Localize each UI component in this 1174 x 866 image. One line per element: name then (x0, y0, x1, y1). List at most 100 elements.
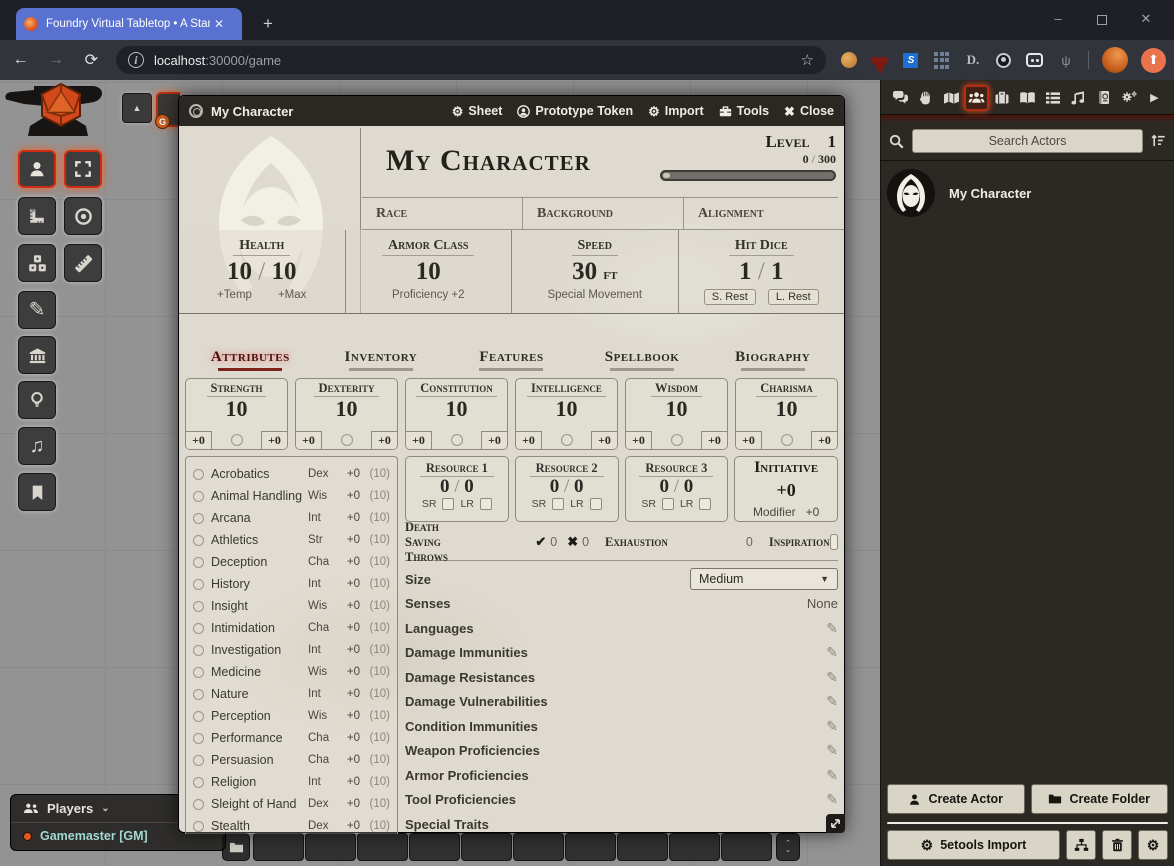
hit-dice-block[interactable]: Hit Dice 1 / 1 S. RestL. Rest (679, 230, 845, 313)
sheet-tab[interactable]: Spellbook (577, 348, 708, 376)
ability-save[interactable]: +0 (406, 431, 432, 449)
skill-name[interactable]: Sleight of Hand (211, 797, 308, 811)
sheet-tab[interactable]: Attributes (185, 348, 316, 376)
skill-row[interactable]: Religion Int +0 (10) (193, 771, 390, 793)
window-close-button[interactable]: ✕ (1126, 0, 1166, 38)
skill-proficiency-radio[interactable] (193, 821, 204, 832)
skill-row[interactable]: Performance Cha +0 (10) (193, 727, 390, 749)
tab-combat[interactable] (913, 85, 938, 111)
robot-extension-icon[interactable] (1026, 51, 1044, 69)
skill-proficiency-radio[interactable] (193, 711, 204, 722)
lens-extension-icon[interactable] (995, 51, 1013, 69)
edit-icon[interactable]: ✎ (826, 644, 838, 661)
skill-row[interactable]: Sleight of Hand Dex +0 (10) (193, 793, 390, 815)
walls-tool[interactable] (18, 336, 56, 374)
close-window-button[interactable]: ✖Close (784, 104, 834, 118)
sheet-window-header[interactable]: My Character ⚙Sheet Prototype Token ⚙Imp… (179, 96, 844, 126)
inspiration-checkbox[interactable] (830, 534, 838, 550)
skill-name[interactable]: Investigation (211, 643, 308, 657)
skill-proficiency-radio[interactable] (193, 733, 204, 744)
actor-row[interactable]: My Character (887, 169, 1168, 217)
skill-name[interactable]: Performance (211, 731, 308, 745)
death-success-count[interactable]: 0 (550, 535, 557, 549)
edit-icon[interactable]: ✎ (826, 693, 838, 710)
ability-block[interactable]: Dexterity 10 +0 +0 (295, 378, 398, 450)
skill-proficiency-radio[interactable] (193, 469, 204, 480)
macro-slot[interactable] (409, 833, 460, 861)
address-bar[interactable]: i localhost :30000/game ☆ (116, 46, 826, 74)
short-rest-checkbox[interactable] (552, 498, 564, 510)
skill-proficiency-radio[interactable] (193, 623, 204, 634)
short-rest-button[interactable]: S. Rest (704, 289, 756, 305)
ability-save[interactable]: +0 (516, 431, 542, 449)
window-maximize-button[interactable] (1082, 0, 1122, 38)
ability-score[interactable]: 10 (296, 398, 397, 420)
ability-save[interactable]: +0 (296, 431, 322, 449)
edit-icon[interactable]: ✎ (826, 620, 838, 637)
sidebar-collapse-button[interactable]: ▶ (1142, 85, 1167, 111)
short-rest-checkbox[interactable] (442, 498, 454, 510)
tab-settings[interactable] (1117, 85, 1142, 111)
skill-name[interactable]: History (211, 577, 308, 591)
ability-score[interactable]: 10 (186, 398, 287, 420)
search-actors-input[interactable] (912, 129, 1143, 153)
measure-tool[interactable] (64, 244, 102, 282)
profile-avatar[interactable] (1102, 47, 1128, 73)
macro-folder-button[interactable] (222, 833, 250, 861)
dl-extension-icon[interactable]: D. (964, 51, 982, 69)
macro-slot[interactable] (565, 833, 616, 861)
site-info-icon[interactable]: i (128, 52, 144, 68)
skill-row[interactable]: Stealth Dex +0 (10) (193, 815, 390, 834)
collapse-folders-icon[interactable] (1151, 134, 1166, 148)
macro-slot[interactable] (253, 833, 304, 861)
prototype-token-button[interactable]: Prototype Token (517, 104, 633, 118)
skill-name[interactable]: Nature (211, 687, 308, 701)
skill-name[interactable]: Religion (211, 775, 308, 789)
configure-button[interactable]: ⚙ (1138, 830, 1168, 860)
skill-name[interactable]: Intimidation (211, 621, 308, 635)
skill-name[interactable]: Arcana (211, 511, 308, 525)
tab-compendium[interactable] (1091, 85, 1116, 111)
special-movement-link[interactable]: Special Movement (512, 289, 678, 301)
skill-name[interactable]: Medicine (211, 665, 308, 679)
browser-update-button[interactable]: ⬆ (1141, 48, 1166, 73)
long-rest-checkbox[interactable] (590, 498, 602, 510)
sheet-config-button[interactable]: ⚙Sheet (452, 104, 503, 118)
reload-button[interactable]: ⟳ (77, 50, 106, 70)
macro-slot[interactable] (461, 833, 512, 861)
level-display[interactable]: Level1 (660, 132, 836, 152)
tab-playlists[interactable] (1066, 85, 1091, 111)
skill-name[interactable]: Animal Handling (211, 489, 308, 503)
skill-proficiency-radio[interactable] (193, 535, 204, 546)
draw-tool[interactable]: ✎ (18, 291, 56, 329)
resource-block[interactable]: Resource 1 0 / 0 SR LR (405, 456, 509, 522)
skill-row[interactable]: Arcana Int +0 (10) (193, 507, 390, 529)
skill-name[interactable]: Athletics (211, 533, 308, 547)
ability-score[interactable]: 10 (516, 398, 617, 420)
cookie-extension-icon[interactable] (840, 51, 858, 69)
skill-proficiency-radio[interactable] (193, 799, 204, 810)
skill-row[interactable]: Medicine Wis +0 (10) (193, 661, 390, 683)
search-icon[interactable] (889, 134, 904, 149)
tab-journal[interactable] (1015, 85, 1040, 111)
detail-field[interactable]: Race (362, 198, 523, 229)
ability-save[interactable]: +0 (626, 431, 652, 449)
macro-slot[interactable] (357, 833, 408, 861)
tab-tables[interactable] (1040, 85, 1065, 111)
sheet-tab[interactable]: Inventory (316, 348, 447, 376)
xp-display[interactable]: 0 / 300 (660, 152, 836, 167)
back-button[interactable]: ← (6, 51, 35, 69)
new-tab-button[interactable]: + (256, 12, 280, 36)
ability-save[interactable]: +0 (186, 431, 212, 449)
skill-name[interactable]: Perception (211, 709, 308, 723)
ability-score[interactable]: 10 (406, 398, 507, 420)
ability-block[interactable]: Constitution 10 +0 +0 (405, 378, 508, 450)
skill-name[interactable]: Acrobatics (211, 467, 308, 481)
health-block[interactable]: Health 10 / 10 +Temp+Max (179, 230, 346, 313)
character-name[interactable]: My Character (386, 144, 591, 178)
folder-tree-button[interactable] (1066, 830, 1096, 860)
max-hp-field[interactable]: +Max (278, 289, 306, 301)
skill-row[interactable]: Nature Int +0 (10) (193, 683, 390, 705)
initiative-value[interactable]: +0 (735, 480, 837, 501)
proficiency-radio[interactable] (341, 434, 353, 446)
